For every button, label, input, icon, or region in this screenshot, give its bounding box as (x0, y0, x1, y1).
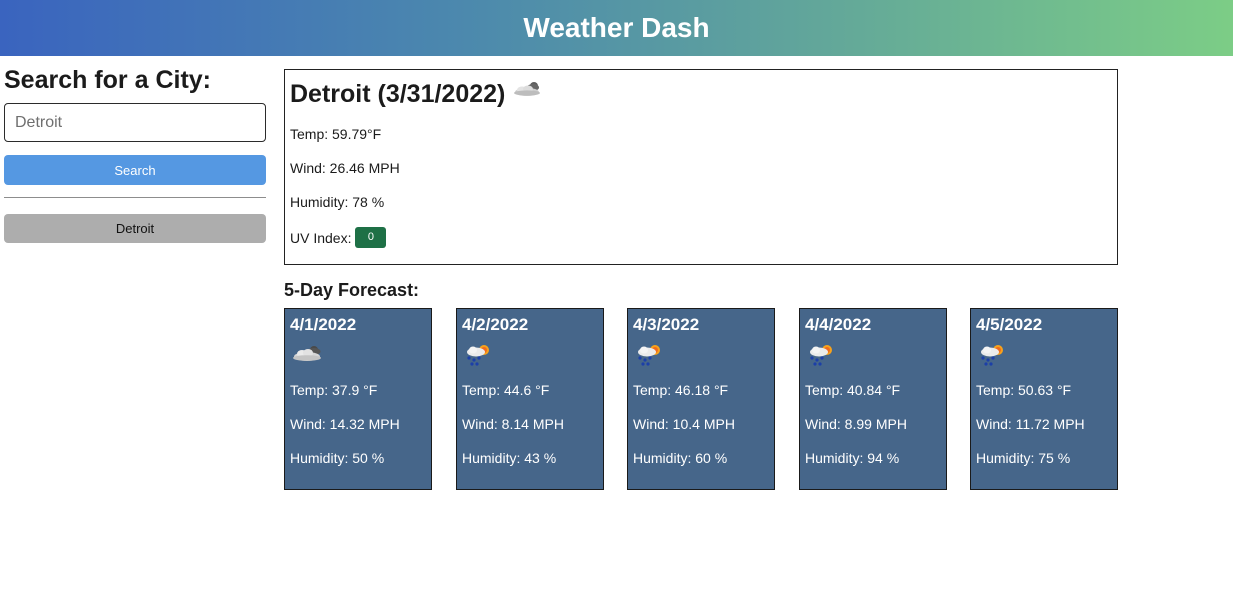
search-button[interactable]: Search (4, 155, 266, 185)
forecast-date: 4/5/2022 (976, 315, 1043, 334)
forecast-temp: Temp: 50.63 °F (976, 382, 1072, 398)
app-header: Weather Dash (0, 0, 1233, 56)
cloud-icon (290, 346, 328, 371)
forecast-wind: Wind: 8.99 MPH (805, 416, 907, 432)
city-search-input[interactable] (4, 103, 266, 142)
forecast-date: 4/4/2022 (805, 315, 872, 334)
rain-sun-icon (805, 345, 839, 371)
forecast-humidity: Humidity: 75 % (976, 450, 1071, 466)
current-city-date: Detroit (3/31/2022) (290, 80, 506, 108)
forecast-temp: Temp: 44.6 °F (462, 382, 550, 398)
current-uv-row: UV Index: 0 (290, 227, 1112, 248)
forecast-humidity: Humidity: 43 % (462, 450, 557, 466)
current-wind: Wind: 26.46 MPH (290, 160, 400, 176)
forecast-humidity: Humidity: 94 % (805, 450, 900, 466)
forecast-humidity: Humidity: 50 % (290, 450, 385, 466)
forecast-temp: Temp: 46.18 °F (633, 382, 729, 398)
uv-label: UV Index: (290, 229, 352, 246)
search-panel: Search for a City: Search Detroit (4, 64, 266, 243)
forecast-date: 4/3/2022 (633, 315, 700, 334)
forecast-wind: Wind: 8.14 MPH (462, 416, 564, 432)
forecast-wind: Wind: 14.32 MPH (290, 416, 400, 432)
forecast-title: 5-Day Forecast: (284, 280, 420, 300)
forecast-temp: Temp: 40.84 °F (805, 382, 901, 398)
rain-sun-icon (976, 345, 1010, 371)
forecast-card: 4/1/2022 Temp: 37.9 °F Wind: 14.32 MPH H… (284, 308, 432, 490)
forecast-date: 4/1/2022 (290, 315, 357, 334)
forecast-card: 4/2/2022 Temp: 44.6 °F Wind: 8.14 MPH Hu… (456, 308, 604, 490)
app-title: Weather Dash (523, 12, 710, 43)
forecast-wind: Wind: 10.4 MPH (633, 416, 735, 432)
forecast-date: 4/2/2022 (462, 315, 529, 334)
cloud-icon (511, 78, 547, 110)
forecast-card: 4/5/2022 Temp: 50.63 °F Wind: 11.72 MPH … (970, 308, 1118, 490)
current-humidity: Humidity: 78 % (290, 194, 385, 210)
forecast-wind: Wind: 11.72 MPH (976, 416, 1085, 432)
search-heading: Search for a City: (4, 66, 212, 94)
history-button-detroit[interactable]: Detroit (4, 214, 266, 243)
rain-sun-icon (462, 345, 496, 371)
current-temp: Temp: 59.79°F (290, 126, 382, 142)
forecast-card: 4/4/2022 Temp: 40.84 °F Wind: 8.99 MPH H… (799, 308, 947, 490)
forecast-card: 4/3/2022 Temp: 46.18 °F Wind: 10.4 MPH H… (627, 308, 775, 490)
forecast-temp: Temp: 37.9 °F (290, 382, 378, 398)
rain-sun-icon (633, 345, 667, 371)
divider (4, 197, 266, 198)
current-city-title: Detroit (3/31/2022) (290, 78, 1112, 110)
current-weather-panel: Detroit (3/31/2022) Temp: 59.79°F Wind: … (284, 69, 1118, 265)
forecast-humidity: Humidity: 60 % (633, 450, 728, 466)
uv-index-badge: 0 (355, 227, 387, 248)
